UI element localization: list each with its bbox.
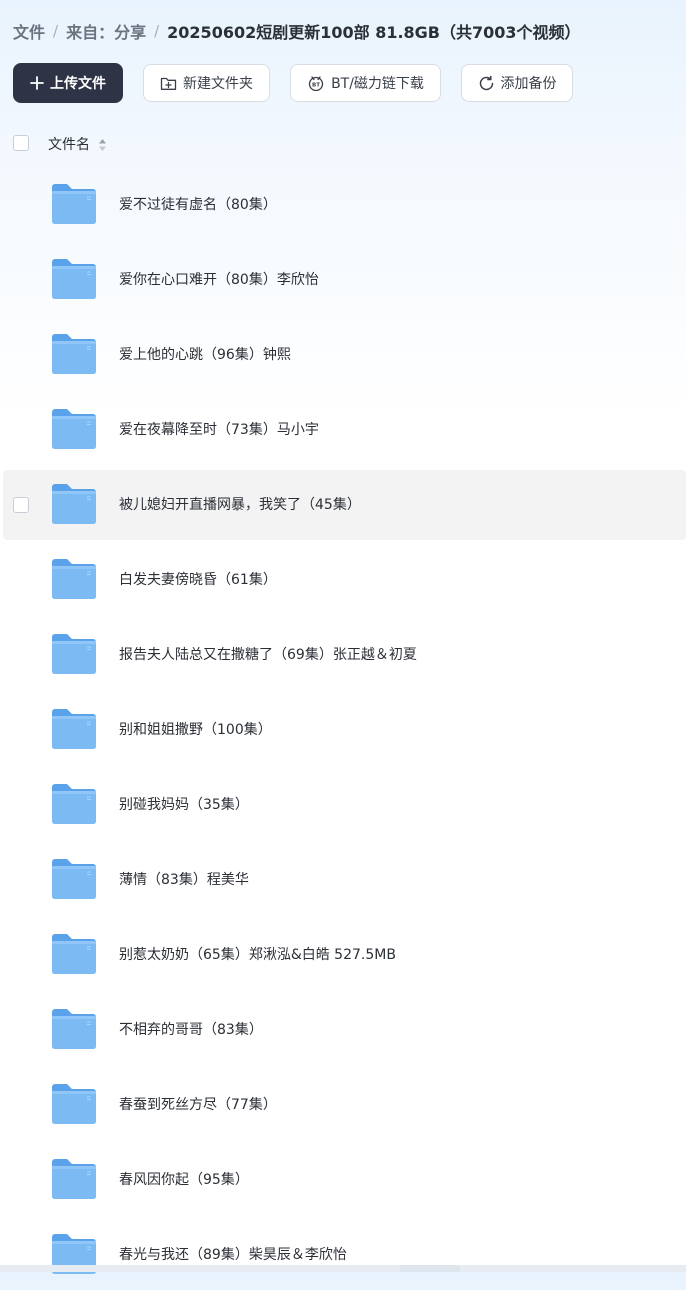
folder-name[interactable]: 白发夫妻傍晓昏（61集） [119, 545, 277, 615]
folder-icon [51, 783, 97, 829]
file-list-row[interactable]: 爱不过徒有虚名（80集） [3, 170, 686, 240]
folder-name[interactable]: 春蚕到死丝方尽（77集） [119, 1070, 277, 1140]
file-list-row[interactable]: 被儿媳妇开直播网暴，我笑了（45集） [3, 470, 686, 540]
folder-icon [51, 258, 97, 304]
upload-file-label: 上传文件 [50, 76, 106, 92]
folder-name[interactable]: 别惹太奶奶（65集）郑湫泓&白皓 527.5MB [119, 920, 396, 990]
svg-text:BT: BT [312, 82, 320, 88]
folder-icon [51, 183, 97, 229]
folder-icon [51, 933, 97, 979]
folder-name[interactable]: 别碰我妈妈（35集） [119, 770, 249, 840]
folder-icon [51, 1233, 97, 1279]
folder-name[interactable]: 薄情（83集）程美华 [119, 845, 249, 915]
folder-icon [51, 858, 97, 904]
folder-icon [51, 333, 97, 379]
file-list-row[interactable]: 白发夫妻傍晓昏（61集） [3, 545, 686, 615]
backup-icon [478, 75, 495, 92]
horizontal-scrollbar[interactable] [0, 1265, 686, 1272]
file-list-row[interactable]: 爱在夜幕降至时（73集）马小宇 [3, 395, 686, 465]
file-list-row[interactable]: 春蚕到死丝方尽（77集） [3, 1070, 686, 1140]
breadcrumb-item-files[interactable]: 文件 [13, 19, 45, 43]
folder-icon [51, 1158, 97, 1204]
file-list-header: 文件名 [0, 128, 686, 160]
scrollbar-thumb[interactable] [400, 1265, 460, 1272]
bt-magnet-download-label: BT/磁力链下载 [331, 76, 424, 92]
file-list-row[interactable]: 别碰我妈妈（35集） [3, 770, 686, 840]
folder-name[interactable]: 爱不过徒有虚名（80集） [119, 170, 277, 240]
file-list-row[interactable]: 别惹太奶奶（65集）郑湫泓&白皓 527.5MB [3, 920, 686, 990]
folder-icon [51, 1083, 97, 1129]
select-all-checkbox[interactable] [13, 135, 29, 151]
file-list-row[interactable]: 报告夫人陆总又在撒糖了（69集）张正越＆初夏 [3, 620, 686, 690]
folder-name[interactable]: 爱在夜幕降至时（73集）马小宇 [119, 395, 319, 465]
breadcrumb: 文件 / 来自：分享 / 20250602短剧更新100部 81.8GB（共70… [13, 18, 581, 44]
folder-name[interactable]: 爱你在心口难开（80集）李欣怡 [119, 245, 319, 315]
row-checkbox[interactable] [13, 497, 29, 513]
breadcrumb-current-folder: 20250602短剧更新100部 81.8GB（共7003个视频） [167, 23, 581, 42]
folder-icon [51, 483, 97, 529]
folder-icon [51, 558, 97, 604]
sort-icon[interactable] [98, 137, 107, 156]
file-list-row[interactable]: 爱上他的心跳（96集）钟熙 [3, 320, 686, 390]
new-folder-button[interactable]: 新建文件夹 [143, 64, 270, 102]
bt-magnet-download-button[interactable]: BT BT/磁力链下载 [290, 64, 441, 102]
file-list-row[interactable]: 薄情（83集）程美华 [3, 845, 686, 915]
upload-file-button[interactable]: 上传文件 [13, 63, 123, 103]
folder-icon [51, 708, 97, 754]
breadcrumb-separator: / [154, 22, 160, 40]
folder-name[interactable]: 被儿媳妇开直播网暴，我笑了（45集） [119, 470, 361, 540]
folder-name[interactable]: 爱上他的心跳（96集）钟熙 [119, 320, 291, 390]
folder-icon [51, 1008, 97, 1054]
folder-name[interactable]: 不相弃的哥哥（83集） [119, 995, 263, 1065]
column-header-filename[interactable]: 文件名 [48, 134, 90, 154]
folder-name[interactable]: 报告夫人陆总又在撒糖了（69集）张正越＆初夏 [119, 620, 417, 690]
bt-icon: BT [307, 75, 325, 91]
plus-icon [30, 76, 44, 90]
folder-icon [51, 408, 97, 454]
folder-icon [51, 633, 97, 679]
file-list-row[interactable]: 不相弃的哥哥（83集） [3, 995, 686, 1065]
folder-name[interactable]: 春光与我还（89集）柴昊辰＆李欣怡 [119, 1220, 347, 1290]
new-folder-label: 新建文件夹 [183, 76, 253, 92]
file-list-row[interactable]: 春光与我还（89集）柴昊辰＆李欣怡 [3, 1220, 686, 1290]
breadcrumb-separator: / [53, 22, 59, 40]
add-backup-button[interactable]: 添加备份 [461, 64, 573, 102]
file-list-row[interactable]: 春风因你起（95集） [3, 1145, 686, 1215]
file-list-row[interactable]: 爱你在心口难开（80集）李欣怡 [3, 245, 686, 315]
folder-name[interactable]: 春风因你起（95集） [119, 1145, 249, 1215]
breadcrumb-item-shared[interactable]: 来自：分享 [66, 19, 146, 43]
add-backup-label: 添加备份 [500, 76, 557, 92]
new-folder-icon [160, 76, 177, 91]
folder-name[interactable]: 别和姐姐撒野（100集） [119, 695, 272, 765]
file-list-row[interactable]: 别和姐姐撒野（100集） [3, 695, 686, 765]
